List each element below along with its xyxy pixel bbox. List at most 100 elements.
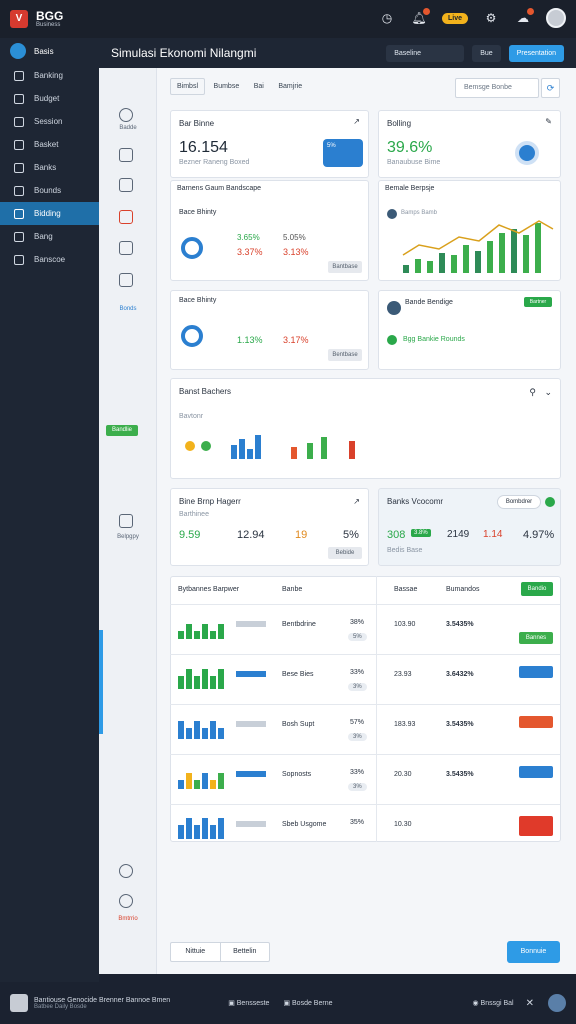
sidebar-item-budget[interactable]: Budget <box>0 87 99 110</box>
sidebar-header[interactable]: Basis <box>0 38 99 64</box>
panel-button[interactable]: Bebide <box>328 547 362 559</box>
chart-bar <box>291 447 297 459</box>
filter-chip[interactable]: Bombdrer <box>497 495 541 509</box>
row-name: Sopnosts <box>282 771 312 778</box>
row-status[interactable] <box>519 766 553 778</box>
row-status[interactable] <box>519 716 553 728</box>
gear-icon[interactable] <box>119 894 133 908</box>
rail-scrollbar[interactable] <box>99 630 103 734</box>
value: 2149 <box>447 529 470 540</box>
flag-icon <box>14 185 24 196</box>
baseline-button[interactable]: Baseline <box>386 44 465 62</box>
footer-item-2[interactable]: ▣ Bosde Berne <box>283 999 332 1007</box>
bell-icon[interactable]: 🔔︎ <box>410 8 430 27</box>
link-icon[interactable]: ↗ <box>353 117 360 126</box>
sidebar-item-banks[interactable]: Banks <box>0 156 99 179</box>
table-row[interactable]: Bosh Supt 57% 3% 183.93 3.5435% <box>170 704 560 754</box>
value: 3.37% <box>237 247 263 257</box>
primary-button[interactable]: Bonnuie <box>507 941 560 963</box>
sidebar-header-label: Basis <box>34 46 54 56</box>
status-icon <box>545 497 555 507</box>
chart-bar <box>451 255 457 273</box>
rail-image-icon[interactable] <box>119 514 133 528</box>
link-icon[interactable]: ↗ <box>353 497 360 506</box>
panel-title: Barnens Gaum Bandscape <box>177 185 262 192</box>
panel-banks: Banks Vcocomr Bombdrer 308 3.8% 2149 1.1… <box>378 488 561 566</box>
table-action-button[interactable]: Bandio <box>521 582 553 596</box>
chart-bar <box>202 669 208 689</box>
status-badge: Bartner <box>524 297 552 307</box>
panel-button[interactable]: Bentbase <box>328 349 362 361</box>
chart-bar <box>218 669 224 689</box>
value: 19 <box>295 529 308 541</box>
footer-item-1[interactable]: ▣ Bensseste <box>228 999 269 1007</box>
value: 308 <box>387 529 406 541</box>
rail-info-icon[interactable] <box>119 864 133 878</box>
sidebar-item-banking[interactable]: Banking <box>0 64 99 87</box>
sidebar-item-bidding[interactable]: Bidding <box>0 202 99 225</box>
chart-bar <box>186 773 192 789</box>
footer-item-3[interactable]: ◉ Bnssgi Bal <box>472 999 513 1007</box>
user-avatar[interactable] <box>10 994 28 1012</box>
sidebar-item-banscoe[interactable]: Banscoe <box>0 248 99 271</box>
presentation-button[interactable]: Presentation <box>508 44 564 62</box>
sidebar-item-bounds[interactable]: Bounds <box>0 179 99 202</box>
chart-bar <box>231 445 237 459</box>
sidebar-item-basket[interactable]: Basket <box>0 133 99 156</box>
bottom-tab-1[interactable]: Nittuie <box>171 943 221 961</box>
filter-icon[interactable]: ⚲ <box>529 387 536 398</box>
panel-title: Bine Brnp Hagerr <box>179 497 241 506</box>
sidebar-item-label: Budget <box>34 94 60 103</box>
rail-check-icon[interactable] <box>119 148 133 162</box>
gavel-icon <box>14 208 24 219</box>
row-status[interactable] <box>519 666 553 678</box>
rail-bank-icon[interactable] <box>119 178 133 192</box>
table-row[interactable]: Bese Bies 33% 3% 23.93 3.6432% <box>170 654 560 704</box>
panel-button[interactable]: Bantbase <box>328 261 362 273</box>
value: 1.13% <box>237 335 263 345</box>
tab-bumbse[interactable]: Bumbse <box>208 79 246 94</box>
donut-icon <box>181 325 203 347</box>
refresh-icon[interactable]: ⟳ <box>541 78 560 98</box>
rail-home-icon[interactable] <box>119 108 133 122</box>
tab-bai[interactable]: Bai <box>248 79 270 94</box>
kpi-value: 16.154 <box>179 139 228 156</box>
edit-icon[interactable]: ✎ <box>545 117 552 126</box>
tab-bamjrie[interactable]: Bamjrie <box>272 79 308 94</box>
chart-bar <box>210 825 216 839</box>
rail-grid-icon[interactable] <box>119 273 133 287</box>
table-row[interactable]: Sopnosts 33% 3% 20.30 3.5435% <box>170 754 560 804</box>
chevron-down-icon[interactable]: ⌄ <box>544 387 552 398</box>
search-input[interactable]: Bemsge Bonbe <box>455 78 539 98</box>
row-value: 3.6432% <box>446 671 474 678</box>
sidebar-item-bang[interactable]: Bang <box>0 225 99 248</box>
close-icon[interactable]: ✕ <box>526 998 534 1009</box>
sidebar-item-label: Bounds <box>34 186 62 195</box>
tab-bimbsl[interactable]: Bimbsl <box>170 78 206 95</box>
bue-button[interactable]: Bue <box>472 44 501 62</box>
row-status[interactable]: Bannes <box>519 632 553 644</box>
row-pct: 33% <box>350 769 365 776</box>
user-avatar[interactable] <box>546 8 566 28</box>
avatar[interactable] <box>548 994 566 1012</box>
table-header: Bytbannes Barpwer <box>178 586 240 593</box>
chart-bar <box>535 223 541 273</box>
chart-bar <box>499 233 505 273</box>
settings-icon[interactable]: ⚙ <box>482 9 500 27</box>
clock-icon[interactable]: ◷ <box>378 9 396 27</box>
sidebar-item-session[interactable]: Session <box>0 110 99 133</box>
chart-bar <box>475 251 481 273</box>
panel-link[interactable]: Bgg Bankie Rounds <box>403 336 465 343</box>
rail-doc-icon[interactable] <box>119 210 133 224</box>
table-row[interactable]: Sbeb Usgome 35% 10.30 <box>170 804 560 854</box>
table-row[interactable]: Bentbdrine 38% 5% 103.90 3.5435% <box>170 604 560 654</box>
rail-list-icon[interactable] <box>119 241 133 255</box>
cloud-icon[interactable]: ☁ <box>514 8 534 27</box>
bottom-tab-2[interactable]: Bettelin <box>221 943 270 961</box>
chart-bar <box>218 818 224 839</box>
row-status[interactable] <box>519 816 553 836</box>
panel-sub: Barthinee <box>179 511 209 518</box>
rail-label: Bmtrrio <box>118 916 138 922</box>
page-title: Simulasi Ekonomi Nilangmi <box>111 46 257 60</box>
chart-bar <box>218 773 224 789</box>
